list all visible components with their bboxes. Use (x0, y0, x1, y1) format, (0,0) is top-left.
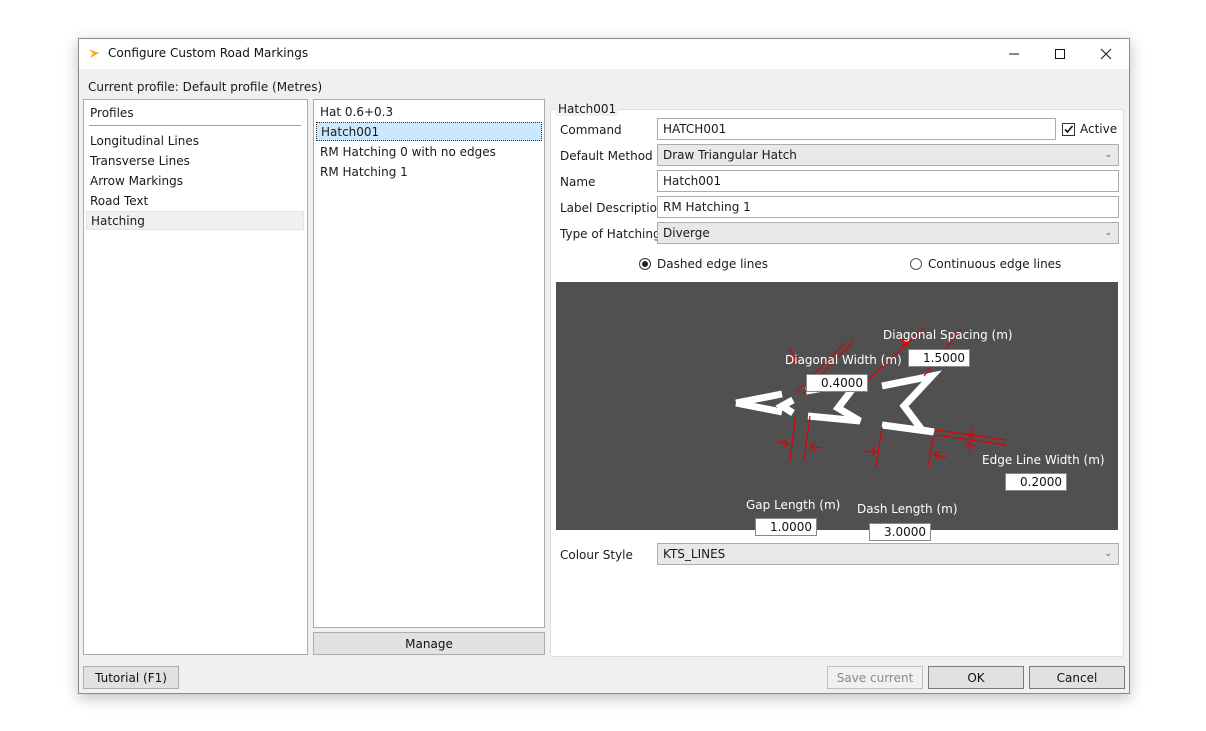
profile-item-road-text[interactable]: Road Text (86, 192, 304, 211)
dim-arrow (809, 442, 822, 452)
type-of-hatching-select[interactable]: Diverge ⌄ (657, 222, 1119, 244)
default-method-select[interactable]: Draw Triangular Hatch ⌄ (657, 144, 1119, 166)
dim-arrow (966, 428, 976, 439)
dim-arrow (933, 450, 947, 460)
hatch-list: Hat 0.6+0.3 Hatch001 RM Hatching 0 with … (313, 99, 545, 628)
maximize-button[interactable] (1037, 39, 1083, 69)
dim-arrow (863, 447, 877, 457)
dim-line-dash-2 (927, 433, 935, 468)
type-of-hatching-value: Diverge (663, 226, 710, 240)
diagonal-width-label: Diagonal Width (m) (785, 353, 902, 367)
save-current-button[interactable]: Save current (827, 666, 923, 689)
command-label: Command (560, 123, 622, 137)
label-description-input[interactable]: RM Hatching 1 (657, 196, 1119, 218)
name-input[interactable]: Hatch001 (657, 170, 1119, 192)
list-item[interactable]: Hatch001 (316, 122, 542, 141)
active-checkbox[interactable] (1062, 123, 1075, 136)
maximize-icon (1055, 49, 1065, 59)
current-profile-label: Current profile: Default profile (Metres… (88, 80, 323, 94)
continuous-edge-lines-radio[interactable] (910, 258, 922, 270)
name-label: Name (560, 175, 596, 189)
dim-line-gap-2 (803, 415, 811, 461)
close-button[interactable] (1083, 39, 1129, 69)
profiles-panel: Profiles Longitudinal Lines Transverse L… (83, 99, 308, 655)
ok-button[interactable]: OK (928, 666, 1024, 689)
chevron-logo-icon (88, 49, 99, 58)
tutorial-button[interactable]: Tutorial (F1) (83, 666, 179, 689)
hatching-diagram: Diagonal Spacing (m) 1.5000 Diagonal Wid… (556, 282, 1118, 541)
colour-style-value: KTS_LINES (663, 547, 726, 561)
dim-arrow (776, 439, 789, 449)
profiles-header: Profiles (90, 106, 134, 120)
minimize-button[interactable] (991, 39, 1037, 69)
profile-item-hatching[interactable]: Hatching (86, 211, 304, 230)
label-description-label: Label Description (560, 201, 665, 215)
gap-length-label: Gap Length (m) (746, 498, 841, 512)
dashed-edge-lines-radio[interactable] (639, 258, 651, 270)
colour-style-select[interactable]: KTS_LINES ⌄ (657, 543, 1119, 565)
list-item[interactable]: RM Hatching 0 with no edges (316, 143, 542, 162)
edge-line-width-input[interactable]: 0.2000 (1005, 473, 1067, 491)
checkmark-icon (1064, 125, 1074, 134)
profile-item-arrow-markings[interactable]: Arrow Markings (86, 172, 304, 191)
profile-item-transverse-lines[interactable]: Transverse Lines (86, 152, 304, 171)
chevron-down-icon: ⌄ (1104, 228, 1112, 238)
close-icon (1100, 48, 1112, 60)
diagonal-width-input[interactable]: 0.4000 (806, 374, 868, 392)
colour-style-label: Colour Style (560, 548, 633, 562)
hatching-diagram-drawing (735, 327, 1007, 468)
command-input[interactable]: HATCH001 (657, 118, 1056, 140)
default-method-label: Default Method (560, 149, 653, 163)
dashed-edge-lines-label: Dashed edge lines (657, 257, 768, 271)
profile-item-longitudinal-lines[interactable]: Longitudinal Lines (86, 132, 304, 151)
dim-line-dash-1 (875, 426, 883, 468)
title-bar: Configure Custom Road Markings (79, 39, 1129, 69)
diagonal-spacing-input[interactable]: 1.5000 (908, 349, 970, 367)
chevron-down-icon: ⌄ (1104, 150, 1112, 160)
gap-length-input[interactable]: 1.0000 (755, 518, 817, 536)
diagonal-spacing-label: Diagonal Spacing (m) (883, 328, 1013, 342)
hatch-chevron-3 (881, 370, 942, 436)
radio-dot (642, 261, 648, 267)
dim-line-gap-1 (789, 413, 797, 461)
minimize-icon (1009, 53, 1019, 55)
continuous-edge-lines-label: Continuous edge lines (928, 257, 1062, 271)
edge-line-width-label: Edge Line Width (m) (982, 453, 1105, 467)
chevron-down-icon: ⌄ (1104, 549, 1112, 559)
window-title: Configure Custom Road Markings (108, 46, 309, 60)
list-item[interactable]: Hat 0.6+0.3 (316, 103, 542, 122)
type-of-hatching-label: Type of Hatching (560, 227, 661, 241)
dash-length-label: Dash Length (m) (857, 502, 958, 516)
configure-road-markings-dialog: Configure Custom Road Markings Current p… (78, 38, 1130, 694)
dash-length-input[interactable]: 3.0000 (869, 523, 931, 541)
list-item[interactable]: RM Hatching 1 (316, 163, 542, 182)
cancel-button[interactable]: Cancel (1029, 666, 1125, 689)
dim-arrow (965, 441, 975, 452)
divider (89, 125, 301, 126)
hatch-chevron-1 (735, 390, 795, 416)
group-title: Hatch001 (556, 102, 619, 116)
default-method-value: Draw Triangular Hatch (663, 148, 797, 162)
active-label: Active (1080, 122, 1118, 136)
manage-button[interactable]: Manage (313, 632, 545, 655)
